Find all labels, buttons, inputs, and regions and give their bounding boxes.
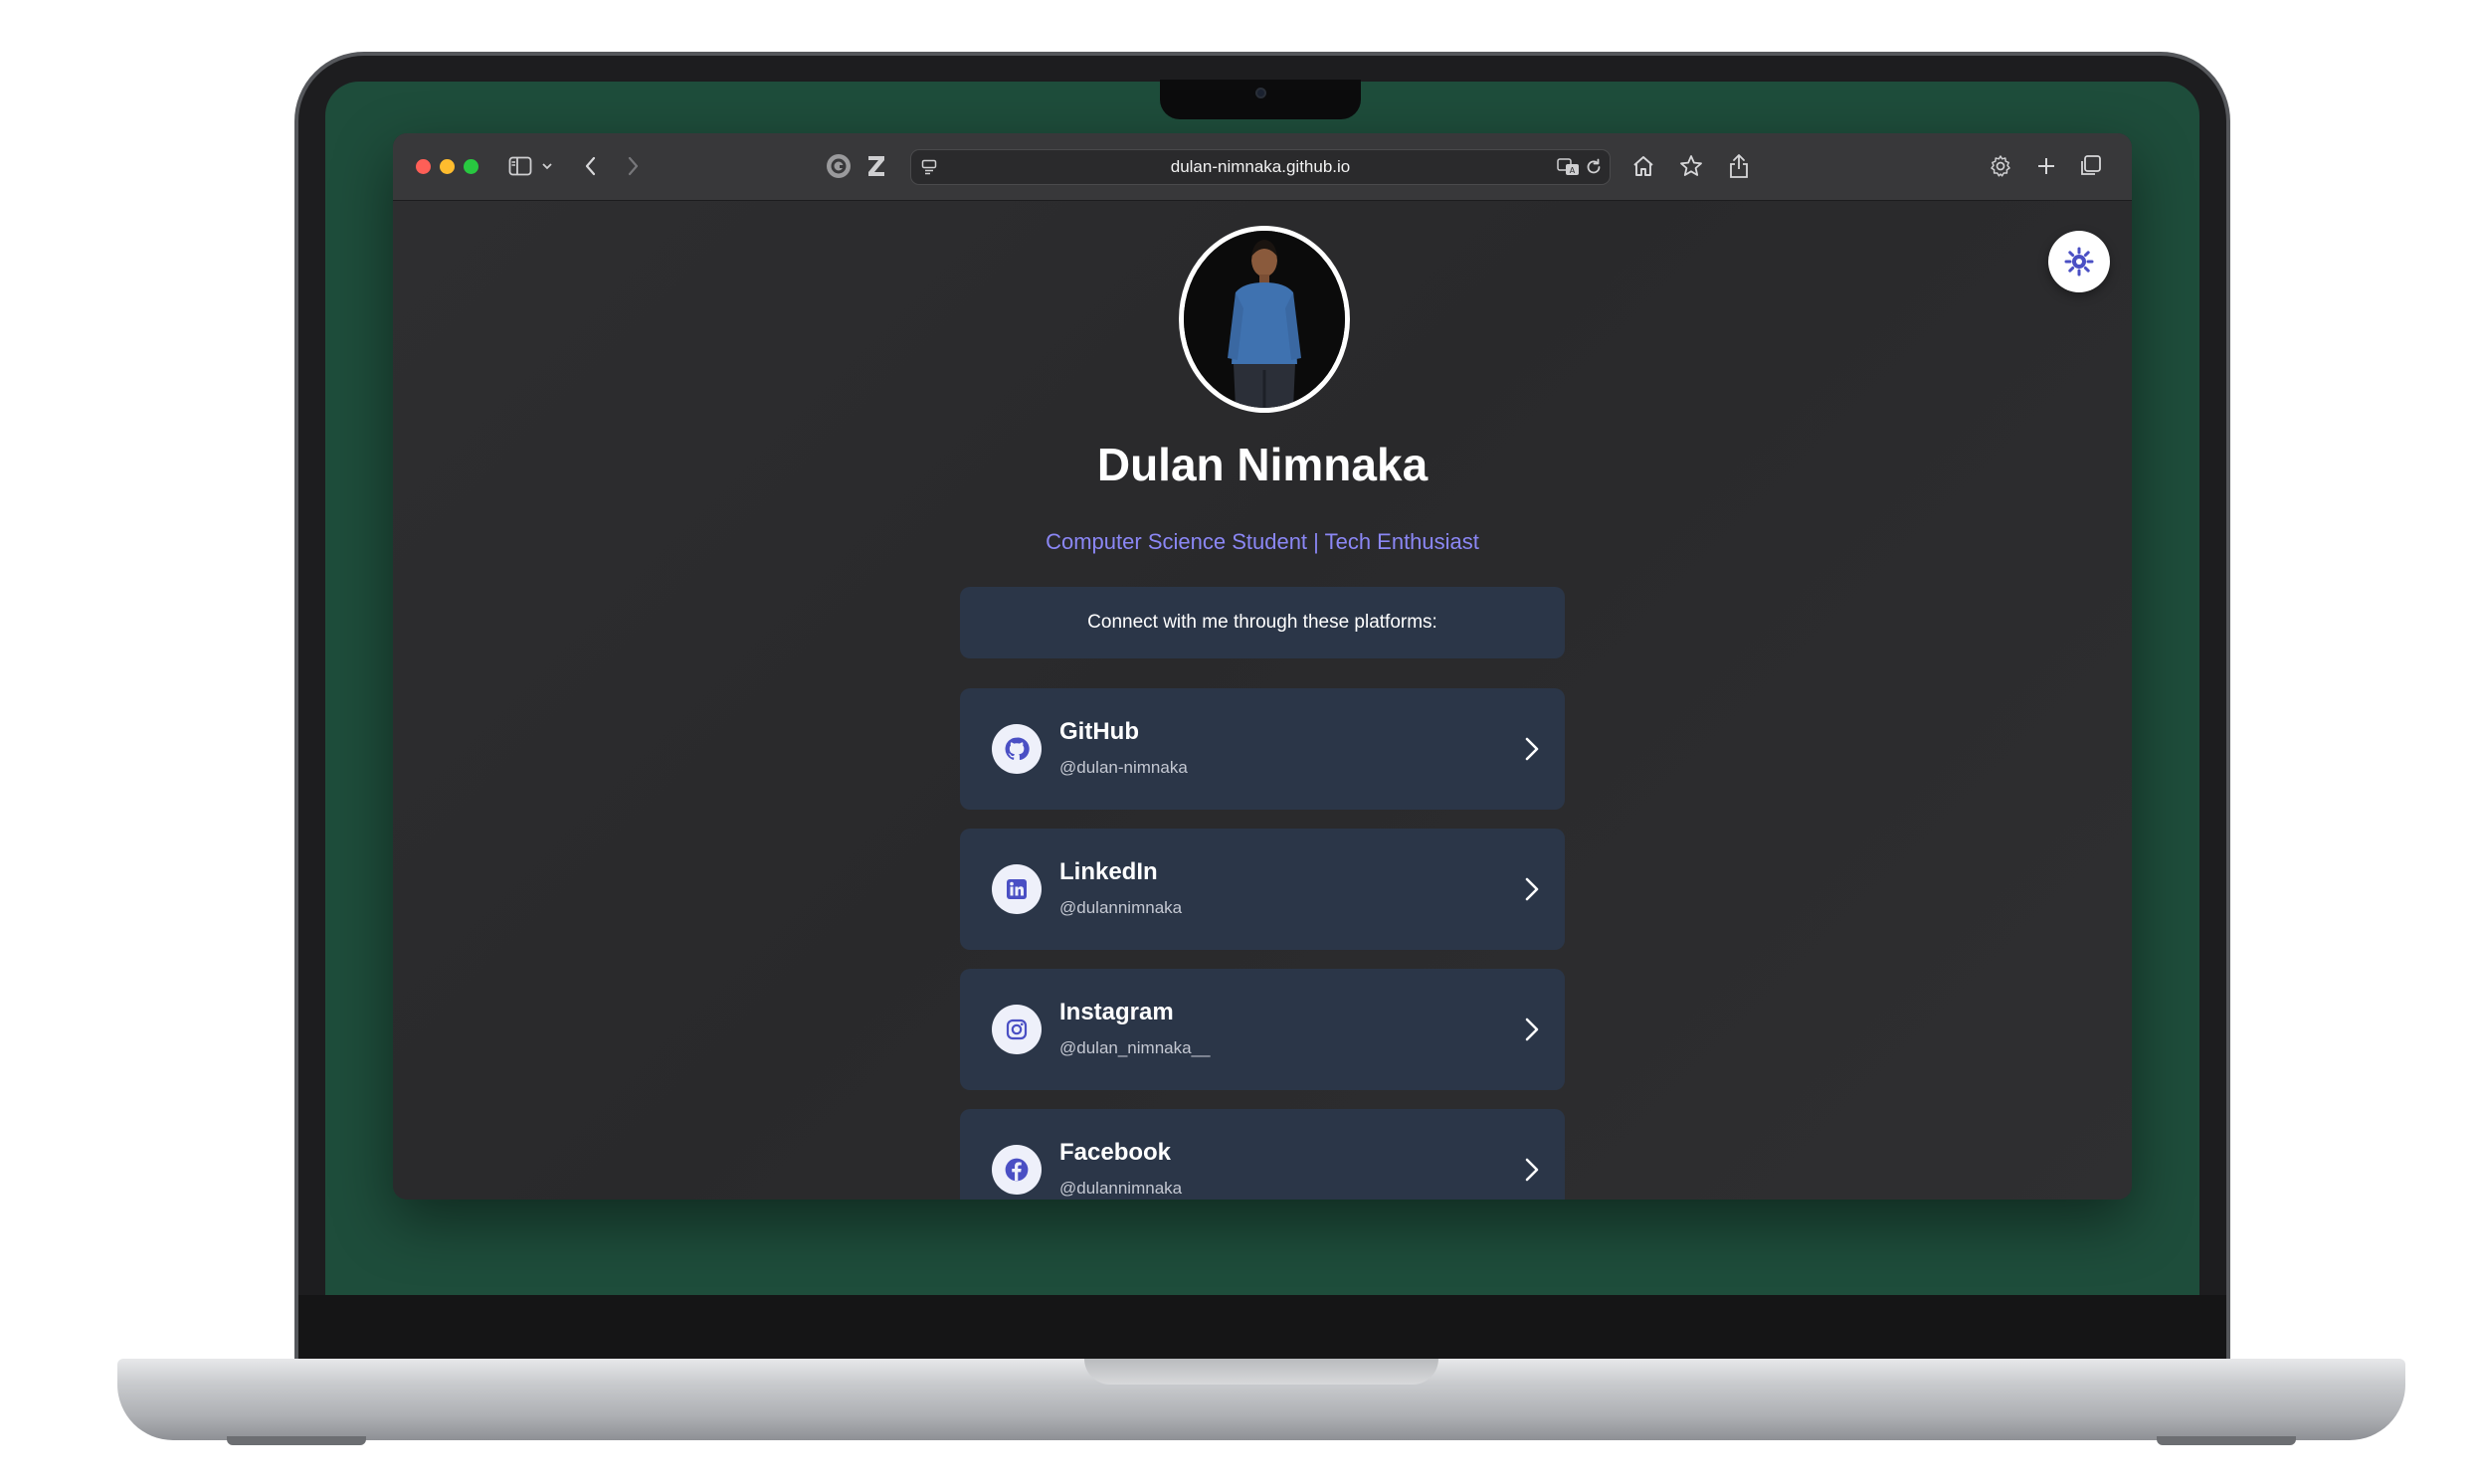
- link-card-facebook[interactable]: Facebook @dulannimnaka: [960, 1109, 1565, 1200]
- instagram-icon: [992, 1005, 1042, 1054]
- url-text[interactable]: dulan-nimnaka.github.io: [911, 150, 1610, 184]
- avatar: [1179, 226, 1350, 413]
- laptop-foot-left: [227, 1436, 366, 1445]
- link-card-title: GitHub: [1059, 718, 1139, 745]
- maximize-window-button[interactable]: [464, 159, 478, 174]
- camera-icon: [1255, 88, 1266, 98]
- link-card-instagram[interactable]: Instagram @dulan_nimnaka__: [960, 969, 1565, 1090]
- svg-text:A: A: [1570, 166, 1576, 175]
- close-window-button[interactable]: [416, 159, 431, 174]
- new-tab-plus-icon[interactable]: [2032, 149, 2060, 183]
- link-card-handle: @dulannimnaka: [1059, 898, 1183, 917]
- reload-icon[interactable]: [1584, 150, 1604, 184]
- link-card-handle: @dulannimnaka: [1059, 1179, 1183, 1198]
- translate-icon[interactable]: A: [1556, 150, 1582, 184]
- camera-notch: [1160, 80, 1361, 119]
- bottom-bezel: [298, 1295, 2226, 1359]
- link-card-title: Facebook: [1059, 1139, 1172, 1166]
- laptop-foot-right: [2157, 1436, 2296, 1445]
- back-icon[interactable]: [580, 149, 602, 183]
- chevron-right-icon: [1525, 877, 1539, 901]
- share-icon[interactable]: [1724, 149, 1754, 183]
- facebook-icon: [992, 1145, 1042, 1195]
- home-icon[interactable]: [1628, 149, 1658, 183]
- chevron-right-icon: [1525, 1158, 1539, 1182]
- chevron-down-icon[interactable]: [540, 149, 554, 183]
- link-card-title: LinkedIn: [1059, 858, 1158, 885]
- laptop-opening-notch: [1084, 1359, 1438, 1385]
- sidebar-icon[interactable]: [506, 149, 534, 183]
- webpage: Dulan Nimnaka Computer Science Student |…: [393, 201, 2132, 1200]
- settings-gear-icon[interactable]: [1987, 149, 2014, 183]
- profile-subtitle: Computer Science Student | Tech Enthusia…: [1046, 529, 1479, 554]
- chevron-right-icon: [1525, 1018, 1539, 1041]
- sun-icon: [2064, 247, 2094, 277]
- browser-window: dulan-nimnaka.github.io A Dulan Nimnaka …: [393, 133, 2132, 1200]
- profile-photo: [1184, 231, 1345, 408]
- extension-grammarly-icon[interactable]: [825, 149, 853, 183]
- minimize-window-button[interactable]: [440, 159, 455, 174]
- profile-name: Dulan Nimnaka: [1096, 439, 1429, 490]
- link-card-handle: @dulan_nimnaka__: [1059, 1038, 1211, 1057]
- address-bar[interactable]: dulan-nimnaka.github.io A: [910, 149, 1611, 185]
- browser-toolbar: dulan-nimnaka.github.io A: [393, 133, 2132, 201]
- linkedin-icon: [992, 864, 1042, 914]
- chevron-right-icon: [1525, 737, 1539, 761]
- extension-z-icon[interactable]: [864, 149, 888, 183]
- link-card-handle: @dulan-nimnaka: [1059, 758, 1188, 777]
- theme-toggle-button[interactable]: [2048, 231, 2110, 292]
- link-card-title: Instagram: [1059, 999, 1174, 1025]
- forward-icon[interactable]: [622, 149, 644, 183]
- bookmark-star-icon[interactable]: [1676, 149, 1706, 183]
- tab-overview-icon[interactable]: [2076, 149, 2104, 183]
- github-icon: [992, 724, 1042, 774]
- link-card-linkedin[interactable]: LinkedIn @dulannimnaka: [960, 829, 1565, 950]
- link-card-github[interactable]: GitHub @dulan-nimnaka: [960, 688, 1565, 810]
- connect-prompt: Connect with me through these platforms:: [960, 587, 1565, 658]
